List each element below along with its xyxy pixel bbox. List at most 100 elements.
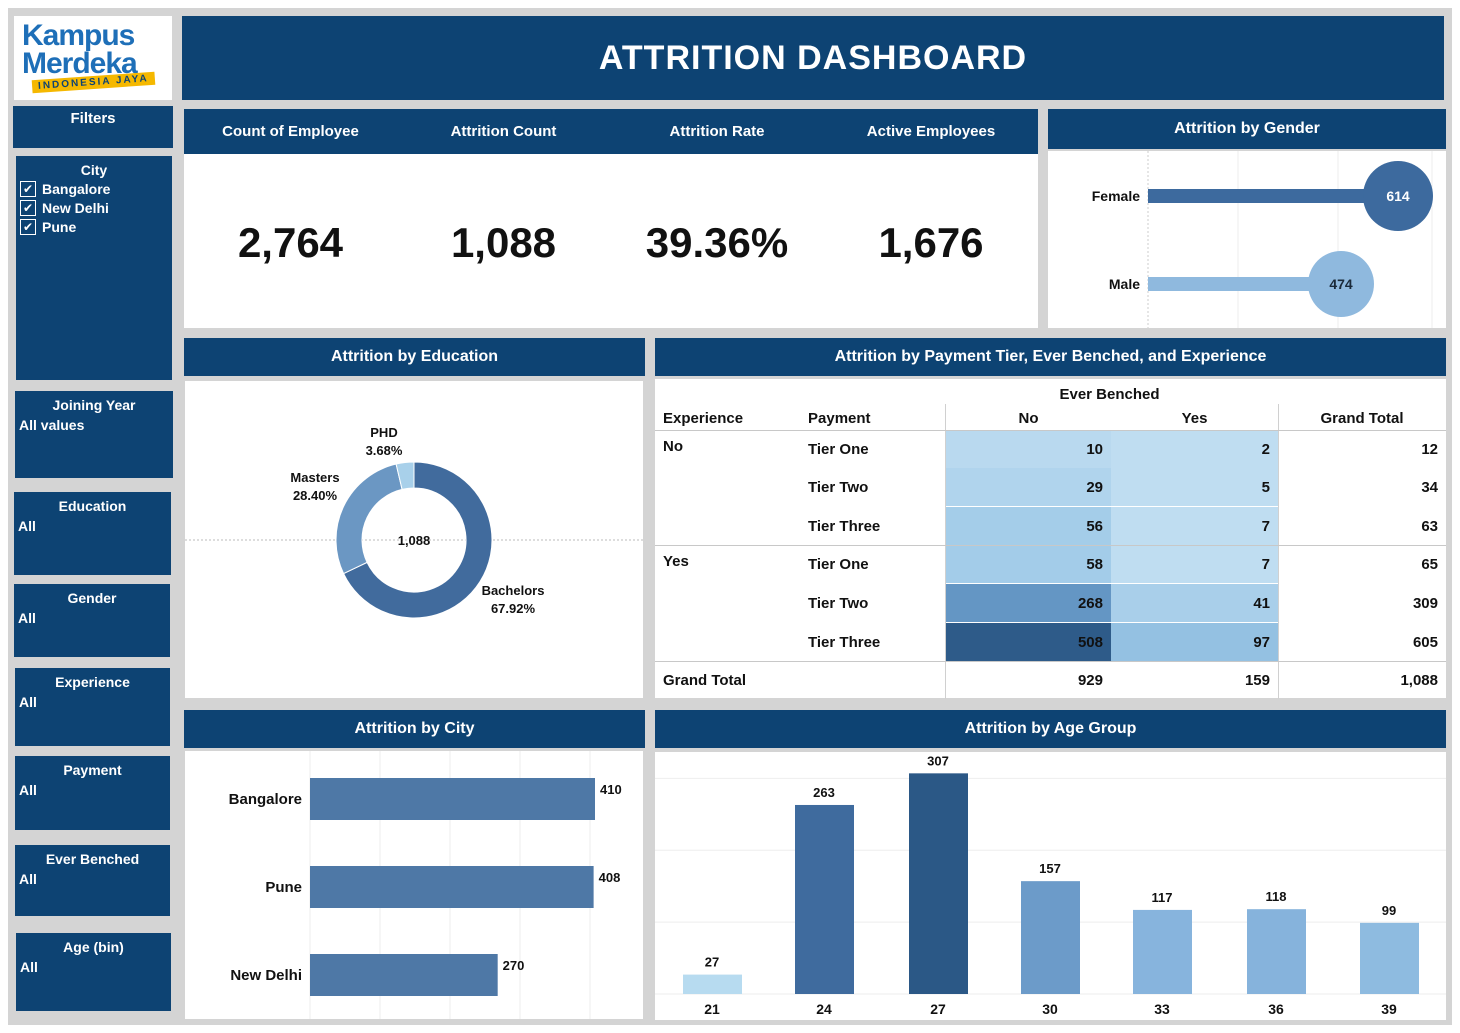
filters-heading: Filters	[13, 106, 173, 148]
checkbox-checked-icon[interactable]: ✔	[20, 200, 36, 216]
age-value-label: 118	[1266, 889, 1287, 904]
gender-filter[interactable]: Gender All	[14, 584, 170, 657]
city-filter-label: City	[80, 162, 108, 178]
cell-no: 56	[1086, 517, 1103, 535]
kpi-value-count-employee: 2,764	[237, 219, 344, 266]
grand-total-all: 1,088	[1400, 671, 1438, 689]
tier-panel-title: Attrition by Payment Tier, Ever Benched,…	[655, 338, 1446, 376]
kpi-value-attrition-count: 1,088	[450, 219, 557, 266]
city-panel-title: Attrition by City	[184, 710, 645, 748]
joining-year-filter[interactable]: Joining Year All values	[15, 391, 173, 478]
cell-yes: 5	[1261, 478, 1270, 496]
education-slice-name: Bachelors	[482, 583, 545, 598]
education-slice-name: Masters	[290, 470, 339, 485]
gender-chart-svg: Female 614 Male 474	[1092, 151, 1433, 328]
kpi-label-attrition-count: Attrition Count	[450, 123, 557, 140]
city-value-label: 408	[599, 870, 621, 885]
table-header-no: No	[1018, 409, 1039, 427]
city-option-label: New Delhi	[42, 200, 109, 216]
city-category-label: Bangalore	[229, 791, 302, 808]
payment-tier-label: Tier Three	[808, 517, 881, 535]
logo-line1: Kampus	[22, 19, 135, 52]
ever-benched-filter[interactable]: Ever Benched All	[15, 845, 170, 916]
table-header-grand-total: Grand Total	[1320, 409, 1404, 427]
city-bar	[310, 778, 595, 820]
city-option-label: Pune	[42, 219, 77, 235]
gender-filter-value[interactable]: All	[14, 610, 170, 626]
education-panel-title: Attrition by Education	[184, 338, 645, 376]
age-value-label: 99	[1382, 903, 1396, 918]
age-panel-title: Attrition by Age Group	[655, 710, 1446, 748]
kpi-value-active-employees: 1,676	[878, 219, 984, 266]
city-option-pune[interactable]: ✔ Pune	[16, 219, 172, 235]
kpi-label-active-employees: Active Employees	[866, 123, 996, 140]
payment-filter-value[interactable]: All	[15, 782, 170, 798]
checkbox-checked-icon[interactable]: ✔	[20, 219, 36, 235]
age-bar	[1021, 881, 1080, 994]
city-value-label: 410	[600, 782, 622, 797]
payment-tier-label: Tier Two	[808, 478, 869, 496]
age-bar	[1247, 909, 1306, 994]
gender-value-label: 614	[1386, 188, 1410, 204]
city-option-bangalore[interactable]: ✔ Bangalore	[16, 181, 172, 197]
table-header-experience: Experience	[663, 409, 744, 427]
experience-filter-value[interactable]: All	[15, 694, 170, 710]
gender-category-label: Female	[1092, 188, 1140, 204]
city-filter[interactable]: City ✔ Bangalore ✔ New Delhi ✔ Pune	[16, 156, 172, 380]
gender-bar	[1148, 189, 1398, 203]
cell-yes: 97	[1253, 633, 1270, 651]
age-bin-filter-value[interactable]: All	[16, 959, 171, 975]
joining-year-value[interactable]: All values	[15, 417, 173, 433]
cell-yes: 41	[1253, 594, 1270, 612]
experience-filter[interactable]: Experience All	[15, 668, 170, 746]
experience-label: Yes	[663, 553, 689, 570]
city-bar	[310, 866, 594, 908]
age-bin-filter-label: Age (bin)	[63, 939, 124, 955]
filters-heading-label: Filters	[70, 110, 116, 127]
age-chart: 27 21 263 24 307 27 157 30 117 33 118 36 99 39	[655, 752, 1446, 1020]
cell-grand-total: 309	[1412, 594, 1438, 612]
gender-filter-label: Gender	[67, 590, 117, 606]
education-slice-percent: 3.68%	[366, 443, 403, 458]
age-value-label: 307	[927, 753, 949, 768]
cell-no: 29	[1086, 478, 1103, 496]
experience-label: No	[663, 438, 683, 455]
payment-filter-label: Payment	[63, 762, 122, 778]
age-value-label: 27	[705, 955, 719, 970]
cell-yes: 2	[1261, 440, 1270, 458]
age-value-label: 263	[813, 785, 835, 800]
gender-panel-title: Attrition by Gender	[1048, 109, 1446, 149]
education-filter-value[interactable]: All	[14, 518, 171, 534]
kpi-label-attrition-rate: Attrition Rate	[669, 123, 765, 140]
grand-total-yes: 159	[1244, 671, 1270, 689]
age-value-label: 157	[1039, 861, 1061, 876]
age-chart-svg: 27 21 263 24 307 27 157 30 117 33 118 36 99 39	[655, 753, 1446, 1017]
age-bar	[909, 773, 968, 994]
ever-benched-header: Ever Benched	[1059, 385, 1160, 403]
age-bin-filter[interactable]: Age (bin) All	[16, 933, 171, 1011]
payment-tier-label: Tier One	[808, 555, 869, 573]
age-bar	[1360, 922, 1419, 994]
city-option-new-delhi[interactable]: ✔ New Delhi	[16, 200, 172, 216]
city-chart-svg: Bangalore 410 Pune 408 New Delhi 270	[229, 751, 622, 1019]
age-value-label: 117	[1152, 890, 1173, 905]
education-filter[interactable]: Education All	[14, 492, 171, 575]
cell-yes: 7	[1261, 517, 1270, 535]
age-tick-label: 39	[1381, 1001, 1397, 1017]
city-category-label: Pune	[265, 879, 302, 896]
payment-tier-label: Tier One	[808, 440, 869, 458]
cell-no: 508	[1077, 633, 1103, 651]
city-value-label: 270	[503, 958, 525, 973]
dashboard-title: ATTRITION DASHBOARD	[182, 16, 1444, 100]
payment-tier-label: Tier Two	[808, 594, 869, 612]
age-bar	[795, 804, 854, 994]
education-slice-percent: 28.40%	[293, 488, 338, 503]
ever-benched-filter-value[interactable]: All	[15, 871, 170, 887]
tier-table: Ever Benched Experience Payment No Yes Grand …	[655, 379, 1446, 699]
payment-filter[interactable]: Payment All	[15, 756, 170, 830]
city-bar	[310, 954, 498, 996]
age-bar	[683, 974, 742, 994]
kampus-merdeka-logo: Kampus Merdeka INDONESIA JAYA	[14, 16, 172, 100]
age-bar	[1133, 909, 1192, 994]
checkbox-checked-icon[interactable]: ✔	[20, 181, 36, 197]
